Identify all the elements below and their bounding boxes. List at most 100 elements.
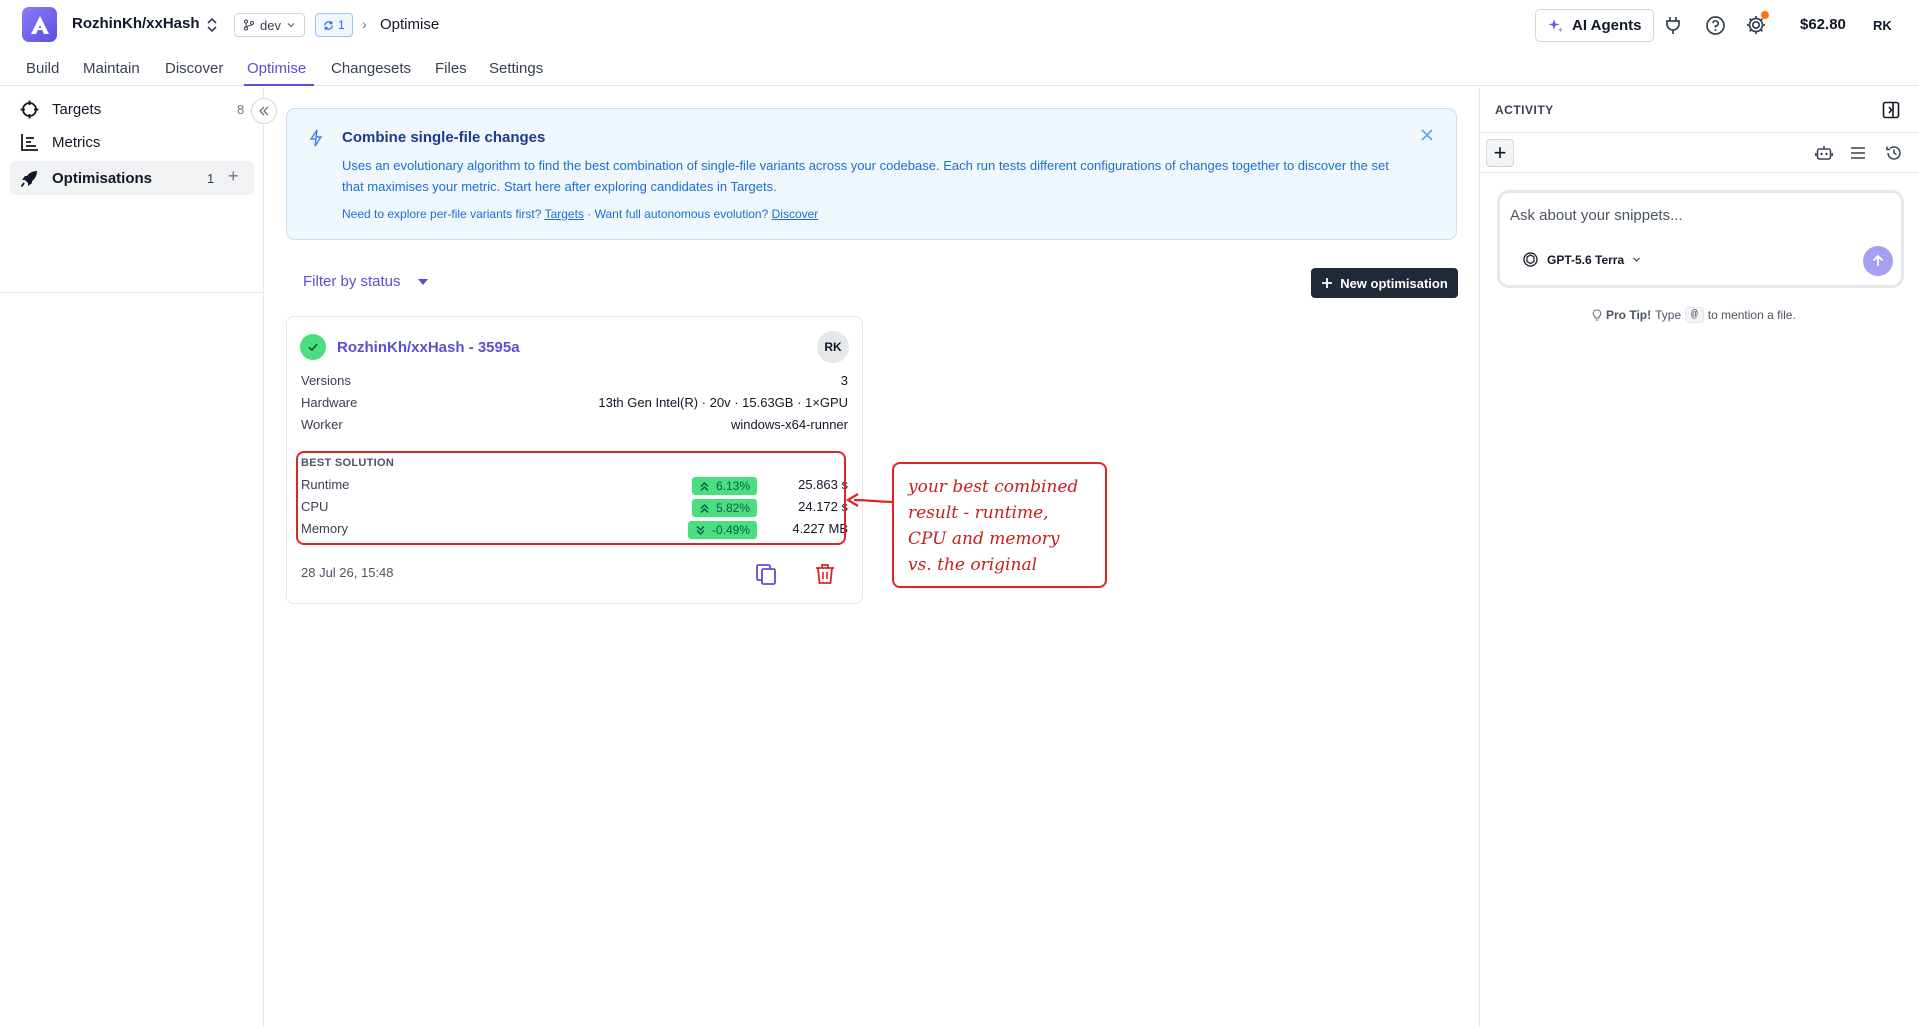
targets-count: 8: [237, 102, 245, 117]
main-tabs: Build Maintain Discover Optimise Changes…: [0, 50, 1919, 86]
branch-selector[interactable]: dev: [234, 13, 305, 37]
annotation-line: result - runtime,: [908, 503, 1049, 523]
git-branch-icon: [244, 19, 254, 31]
targets-link[interactable]: Targets: [545, 207, 584, 221]
logo-icon: [30, 15, 49, 34]
filter-label: Filter by status: [303, 273, 401, 290]
repo-name[interactable]: RozhinKh/xxHash: [72, 15, 200, 32]
openai-icon: [1523, 252, 1538, 267]
tab-discover[interactable]: Discover: [165, 60, 223, 77]
robot-icon[interactable]: [1815, 144, 1833, 162]
plug-icon[interactable]: [1661, 13, 1685, 37]
trash-icon[interactable]: [813, 562, 837, 586]
branch-name: dev: [260, 17, 281, 33]
chevron-down-icon: [287, 23, 295, 28]
optimisations-count: 1: [207, 171, 215, 186]
panel-collapse-icon[interactable]: [1882, 101, 1900, 119]
sidebar-item-label: Targets: [52, 100, 102, 118]
active-tab-indicator: [244, 84, 314, 86]
bar-chart-icon: [18, 131, 40, 153]
arrow-up-icon: [1872, 254, 1884, 266]
status-filter-dropdown[interactable]: Filter by status: [303, 273, 429, 290]
sync-badge[interactable]: 1: [315, 13, 353, 37]
tab-files[interactable]: Files: [435, 60, 467, 77]
collapse-sidebar-button[interactable]: [251, 98, 277, 124]
ai-agents-label: AI Agents: [1572, 17, 1642, 34]
credits-balance[interactable]: $62.80: [1800, 16, 1846, 33]
discover-link[interactable]: Discover: [772, 207, 819, 221]
pro-tip-label: Pro Tip!: [1606, 308, 1652, 322]
sync-count: 1: [338, 18, 345, 32]
send-button[interactable]: [1863, 246, 1893, 276]
new-optimisation-button[interactable]: New optimisation: [1311, 268, 1458, 298]
tab-settings[interactable]: Settings: [489, 60, 543, 77]
info-description: Uses an evolutionary algorithm to find t…: [342, 158, 1389, 194]
activity-toolbar: +: [1480, 133, 1919, 173]
history-icon[interactable]: [1885, 144, 1903, 162]
add-optimisation-icon[interactable]: +: [228, 166, 239, 187]
annotation-note: your best combined result - runtime, CPU…: [892, 462, 1107, 588]
sparkle-icon: [1548, 18, 1563, 32]
worker-value: windows-x64-runner: [730, 417, 848, 432]
sidebar-item-label: Metrics: [52, 133, 101, 151]
worker-label: Worker: [301, 417, 343, 432]
chevron-up-down-icon[interactable]: [205, 16, 219, 34]
sidebar-item-label: Optimisations: [52, 169, 153, 187]
chat-input[interactable]: [1510, 203, 1890, 227]
info-links-middle: · Want full autonomous evolution?: [587, 207, 769, 221]
annotation-arrow-icon: [846, 493, 895, 507]
settings-gear-icon[interactable]: [1744, 11, 1769, 37]
info-title: Combine single-file changes: [342, 129, 546, 146]
lightbulb-icon: [1592, 309, 1602, 321]
notification-dot: [1761, 11, 1769, 19]
new-chat-button[interactable]: +: [1486, 139, 1514, 167]
breadcrumb-current: Optimise: [380, 16, 440, 33]
hardware-label: Hardware: [301, 395, 358, 410]
annotation-line: vs. the original: [908, 555, 1038, 575]
tab-changesets[interactable]: Changesets: [331, 60, 411, 77]
success-check-icon: [300, 334, 326, 360]
mention-key: @: [1685, 307, 1704, 323]
close-icon[interactable]: [1419, 127, 1435, 143]
left-sidebar: Targets 8 Metrics Optimisations 1 +: [0, 87, 264, 1027]
app-logo[interactable]: [22, 7, 57, 42]
list-icon[interactable]: [1849, 144, 1867, 162]
optimisation-title[interactable]: RozhinKh/xxHash - 3595a: [337, 339, 520, 356]
lightning-icon: [309, 129, 323, 147]
crosshair-icon: [18, 98, 40, 120]
sidebar-item-targets[interactable]: Targets: [10, 92, 254, 126]
tab-maintain[interactable]: Maintain: [83, 60, 140, 77]
sidebar-item-metrics[interactable]: Metrics: [10, 125, 254, 159]
annotation-highlight: [296, 451, 846, 545]
sidebar-divider: [0, 292, 264, 293]
rocket-icon: [18, 167, 40, 189]
chevron-down-icon: [1633, 257, 1641, 262]
tab-optimise[interactable]: Optimise: [247, 60, 306, 77]
help-icon[interactable]: [1703, 13, 1727, 37]
info-banner: Combine single-file changes Uses an evol…: [286, 108, 1457, 240]
info-links: Need to explore per-file variants first?…: [342, 207, 818, 221]
copy-icon[interactable]: [754, 562, 778, 586]
annotation-line: your best combined: [908, 477, 1079, 497]
activity-header: ACTIVITY: [1480, 87, 1919, 133]
sidebar-item-optimisations[interactable]: Optimisations: [10, 161, 254, 195]
user-avatar[interactable]: RK: [1873, 18, 1892, 33]
activity-title: ACTIVITY: [1495, 103, 1554, 117]
new-optimisation-label: New optimisation: [1340, 275, 1448, 291]
pro-tip-post: to mention a file.: [1707, 308, 1796, 322]
caret-down-icon: [417, 278, 428, 285]
model-selector[interactable]: GPT-5.6 Terra: [1522, 251, 1641, 268]
tab-build[interactable]: Build: [26, 60, 59, 77]
chat-composer: GPT-5.6 Terra: [1497, 190, 1904, 288]
versions-value: 3: [840, 373, 848, 388]
sync-icon: [324, 20, 333, 30]
info-links-prefix: Need to explore per-file variants first?: [342, 207, 542, 221]
ai-agents-button[interactable]: AI Agents: [1535, 9, 1655, 42]
plus-icon: [1322, 278, 1333, 288]
top-bar: RozhinKh/xxHash dev 1 › Optimise AI Agen…: [0, 0, 1919, 50]
hardware-value: 13th Gen Intel(R) · 20v · 15.63GB · 1×GP…: [598, 395, 848, 410]
model-name: GPT-5.6 Terra: [1547, 252, 1625, 267]
chevron-right-icon: ›: [362, 16, 367, 32]
owner-avatar: RK: [817, 331, 849, 363]
pro-tip-pre: Type: [1655, 308, 1682, 322]
